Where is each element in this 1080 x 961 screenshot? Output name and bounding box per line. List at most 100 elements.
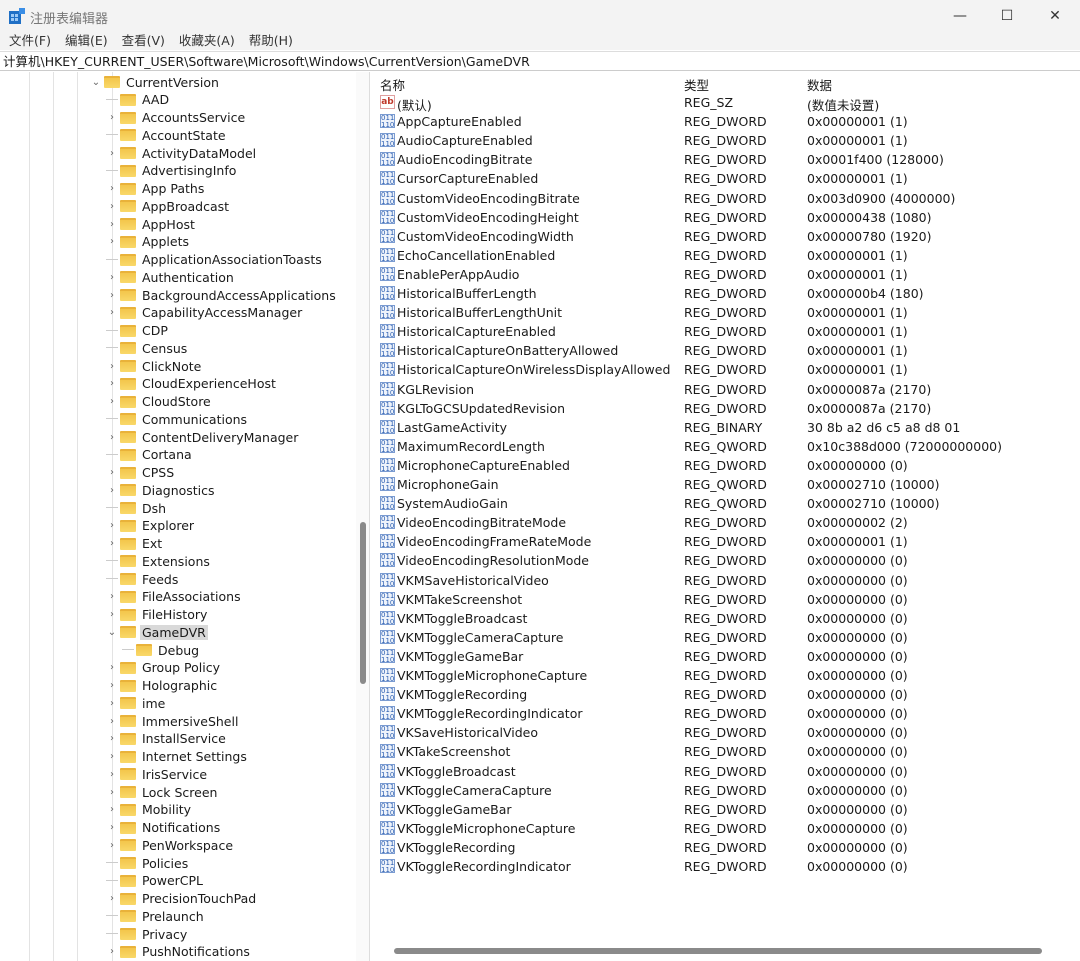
chevron-right-icon[interactable]: › xyxy=(106,662,118,673)
chevron-right-icon[interactable]: › xyxy=(106,733,118,744)
tree-item[interactable]: Communications xyxy=(106,410,249,428)
tree-item[interactable]: › Notifications xyxy=(106,819,222,837)
tree-item[interactable]: › Mobility xyxy=(106,801,193,819)
chevron-right-icon[interactable]: › xyxy=(106,378,118,389)
maximize-button[interactable]: ☐ xyxy=(983,0,1031,32)
chevron-right-icon[interactable]: › xyxy=(106,432,118,443)
chevron-right-icon[interactable]: › xyxy=(106,822,118,833)
chevron-right-icon[interactable]: › xyxy=(106,751,118,762)
tree-item[interactable]: › PushNotifications xyxy=(106,943,252,961)
value-row[interactable]: 011 110 VKMTakeScreenshot REG_DWORD 0x00000… xyxy=(376,590,1076,609)
chevron-right-icon[interactable]: › xyxy=(106,467,118,478)
value-row[interactable]: 011 110 VKToggleRecordingIndicator REG_DWO… xyxy=(376,857,1076,876)
chevron-right-icon[interactable]: › xyxy=(106,716,118,727)
value-row[interactable]: 011 110 VKToggleRecording REG_DWORD 0x00000… xyxy=(376,838,1076,857)
tree-item[interactable]: ⌄ GameDVR xyxy=(106,623,208,641)
address-bar[interactable]: 计算机\HKEY_CURRENT_USER\Software\Microsoft… xyxy=(0,51,1080,71)
tree-scrollbar-thumb[interactable] xyxy=(360,522,366,684)
tree-item[interactable]: › Group Policy xyxy=(106,659,222,677)
menu-view[interactable]: 查看(V) xyxy=(122,32,165,50)
value-row[interactable]: 011 110 AudioCaptureEnabled REG_DWORD 0x000… xyxy=(376,131,1076,150)
value-row[interactable]: 011 110 HistoricalCaptureOnWirelessDispla… xyxy=(376,360,1076,379)
tree-item[interactable]: Dsh xyxy=(106,499,168,517)
chevron-right-icon[interactable]: › xyxy=(106,396,118,407)
value-row[interactable]: ab (默认) REG_SZ (数值未设置) xyxy=(376,93,1076,113)
value-row[interactable]: 011 110 VKMSaveHistoricalVideo REG_DWORD 0x… xyxy=(376,571,1076,590)
tree-item[interactable]: Policies xyxy=(106,854,190,872)
tree-item[interactable]: › PrecisionTouchPad xyxy=(106,890,258,908)
value-row[interactable]: 011 110 HistoricalCaptureOnBatteryAllowed… xyxy=(376,341,1076,360)
chevron-right-icon[interactable]: › xyxy=(106,609,118,620)
value-row[interactable]: 011 110 VKMToggleRecording REG_DWORD 0x0000… xyxy=(376,685,1076,704)
value-row[interactable]: 011 110 VKToggleGameBar REG_DWORD 0x0000000… xyxy=(376,800,1076,819)
tree-item[interactable]: › BackgroundAccessApplications xyxy=(106,286,338,304)
value-row[interactable]: 011 110 CursorCaptureEnabled REG_DWORD 0x00… xyxy=(376,169,1076,188)
chevron-right-icon[interactable]: › xyxy=(106,148,118,159)
chevron-right-icon[interactable]: › xyxy=(106,680,118,691)
value-row[interactable]: 011 110 VKToggleCameraCapture REG_DWORD 0x0… xyxy=(376,781,1076,800)
value-row[interactable]: 011 110 HistoricalCaptureEnabled REG_DWORD… xyxy=(376,322,1076,341)
value-row[interactable]: 011 110 VideoEncodingBitrateMode REG_DWORD… xyxy=(376,513,1076,532)
tree-item[interactable]: CDP xyxy=(106,322,170,340)
tree-item[interactable]: Feeds xyxy=(106,570,180,588)
tree-item[interactable]: › FileAssociations xyxy=(106,588,243,606)
chevron-right-icon[interactable]: › xyxy=(106,183,118,194)
tree-item[interactable]: › CloudStore xyxy=(106,393,213,411)
tree-item[interactable]: › App Paths xyxy=(106,180,206,198)
tree-item[interactable]: AdvertisingInfo xyxy=(106,162,238,180)
tree-item[interactable]: › ContentDeliveryManager xyxy=(106,428,300,446)
tree-item[interactable]: Extensions xyxy=(106,552,212,570)
chevron-right-icon[interactable]: › xyxy=(106,219,118,230)
column-header-type[interactable]: 类型 xyxy=(684,75,709,94)
menu-favorites[interactable]: 收藏夹(A) xyxy=(179,32,235,50)
tree-item[interactable]: › CloudExperienceHost xyxy=(106,375,278,393)
tree-item[interactable]: › ime xyxy=(106,694,167,712)
values-horizontal-scrollbar[interactable] xyxy=(380,944,1070,958)
value-row[interactable]: 011 110 VideoEncodingFrameRateMode REG_DWO… xyxy=(376,532,1076,551)
tree-item[interactable]: › Diagnostics xyxy=(106,481,217,499)
tree-item[interactable]: › AppBroadcast xyxy=(106,197,231,215)
tree-scrollbar[interactable] xyxy=(356,72,369,961)
value-row[interactable]: 011 110 HistoricalBufferLength REG_DWORD 0x… xyxy=(376,284,1076,303)
tree-item[interactable]: › Ext xyxy=(106,535,164,553)
chevron-right-icon[interactable]: › xyxy=(106,769,118,780)
tree-item[interactable]: › Authentication xyxy=(106,268,236,286)
tree-item[interactable]: › PenWorkspace xyxy=(106,836,235,854)
tree-item[interactable]: Census xyxy=(106,339,189,357)
value-row[interactable]: 011 110 KGLRevision REG_DWORD 0x0000087a (2… xyxy=(376,380,1076,399)
value-row[interactable]: 011 110 LastGameActivity REG_BINARY 30 8b a… xyxy=(376,418,1076,437)
menu-help[interactable]: 帮助(H) xyxy=(249,32,293,50)
value-row[interactable]: 011 110 EnablePerAppAudio REG_DWORD 0x00000… xyxy=(376,265,1076,284)
tree-item[interactable]: ⌄ CurrentVersion xyxy=(90,73,221,91)
value-row[interactable]: 011 110 VKMToggleMicrophoneCapture REG_DWO… xyxy=(376,666,1076,685)
value-row[interactable]: 011 110 CustomVideoEncodingBitrate REG_DWO… xyxy=(376,189,1076,208)
value-row[interactable]: 011 110 VKToggleBroadcast REG_DWORD 0x00000… xyxy=(376,762,1076,781)
tree-item[interactable]: Privacy xyxy=(106,925,189,943)
value-row[interactable]: 011 110 VKMToggleGameBar REG_DWORD 0x000000… xyxy=(376,647,1076,666)
chevron-right-icon[interactable]: › xyxy=(106,520,118,531)
column-header-name[interactable]: 名称 xyxy=(380,75,405,94)
tree-item[interactable]: AAD xyxy=(106,91,171,109)
chevron-right-icon[interactable]: › xyxy=(106,236,118,247)
tree-item[interactable]: › ActivityDataModel xyxy=(106,144,258,162)
value-row[interactable]: 011 110 KGLToGCSUpdatedRevision REG_DWORD 0… xyxy=(376,399,1076,418)
chevron-right-icon[interactable]: › xyxy=(106,538,118,549)
value-row[interactable]: 011 110 VKMToggleBroadcast REG_DWORD 0x0000… xyxy=(376,609,1076,628)
tree-item[interactable]: › CapabilityAccessManager xyxy=(106,304,304,322)
chevron-down-icon[interactable]: ⌄ xyxy=(106,627,118,638)
tree-item[interactable]: Prelaunch xyxy=(106,907,206,925)
tree-item[interactable]: › AccountsService xyxy=(106,109,247,127)
horizontal-scrollbar-thumb[interactable] xyxy=(394,948,1042,954)
chevron-right-icon[interactable]: › xyxy=(106,485,118,496)
chevron-right-icon[interactable]: › xyxy=(106,290,118,301)
tree-item[interactable]: › CPSS xyxy=(106,464,176,482)
tree-item[interactable]: › ImmersiveShell xyxy=(106,712,240,730)
tree-item[interactable]: AccountState xyxy=(106,126,228,144)
chevron-right-icon[interactable]: › xyxy=(106,840,118,851)
value-row[interactable]: 011 110 VKMToggleRecordingIndicator REG_DW… xyxy=(376,704,1076,723)
tree-item[interactable]: › ClickNote xyxy=(106,357,203,375)
value-row[interactable]: 011 110 MicrophoneGain REG_QWORD 0x00002710… xyxy=(376,475,1076,494)
value-row[interactable]: 011 110 EchoCancellationEnabled REG_DWORD 0… xyxy=(376,246,1076,265)
tree-item[interactable]: › Explorer xyxy=(106,517,196,535)
chevron-right-icon[interactable]: › xyxy=(106,272,118,283)
